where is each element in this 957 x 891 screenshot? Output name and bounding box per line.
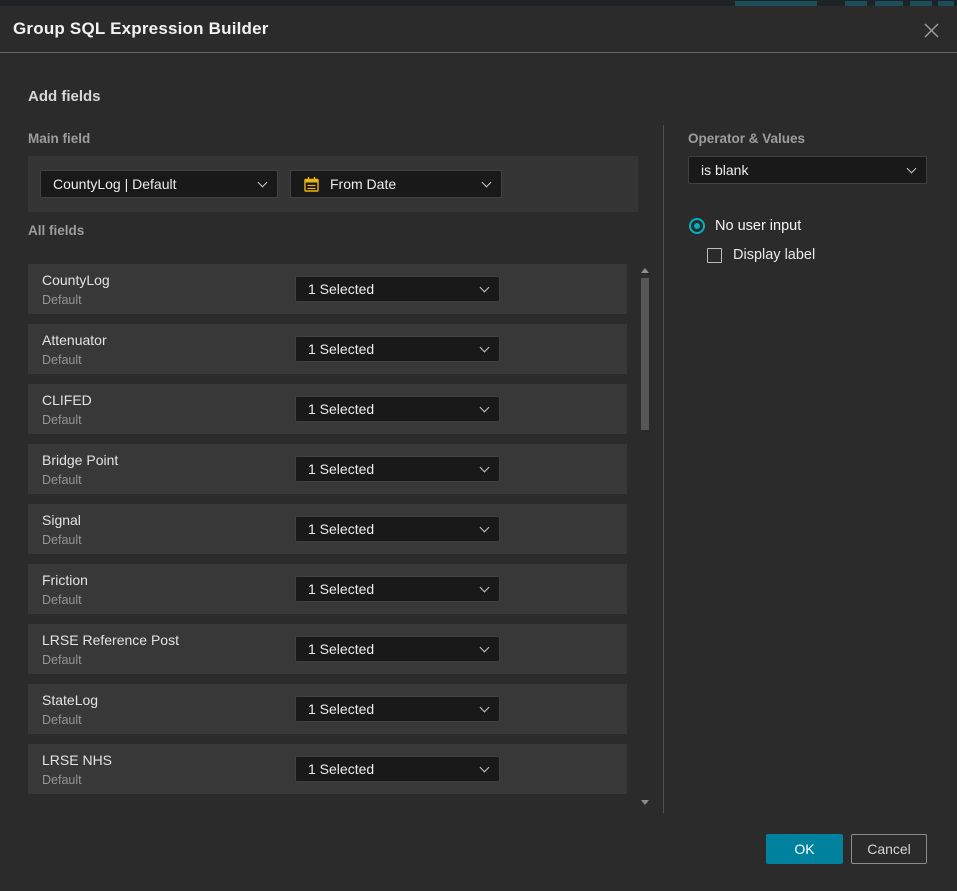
operator-dropdown[interactable]: is blank [688,156,927,184]
chevron-down-icon [258,178,268,188]
field-row: LRSE NHS Default 1 Selected [28,744,627,794]
field-selection-value: 1 Selected [308,641,374,657]
field-row: Bridge Point Default 1 Selected [28,444,627,494]
field-selection-dropdown[interactable]: 1 Selected [295,276,500,302]
calendar-icon [303,176,320,193]
field-selection-dropdown[interactable]: 1 Selected [295,396,500,422]
field-selection-value: 1 Selected [308,521,374,537]
dialog-title: Group SQL Expression Builder [13,19,269,39]
no-user-input-option[interactable]: No user input [689,218,801,234]
field-subtitle: Default [42,473,82,487]
vertical-divider [663,125,664,813]
field-selection-dropdown[interactable]: 1 Selected [295,516,500,542]
scrollbar-thumb[interactable] [641,278,649,430]
field-row: Friction Default 1 Selected [28,564,627,614]
chevron-down-icon [480,703,490,713]
scroll-up-icon[interactable] [641,268,649,273]
field-subtitle: Default [42,353,82,367]
close-button[interactable] [918,17,944,43]
field-subtitle: Default [42,413,82,427]
field-row: CountyLog Default 1 Selected [28,264,627,314]
field-selection-dropdown[interactable]: 1 Selected [295,756,500,782]
field-row: CLIFED Default 1 Selected [28,384,627,434]
chevron-down-icon [480,463,490,473]
chevron-down-icon [907,164,917,174]
add-fields-heading: Add fields [28,88,101,105]
chevron-down-icon [480,343,490,353]
field-subtitle: Default [42,773,82,787]
field-name: Attenuator [42,332,107,348]
main-field-layer-dropdown[interactable]: CountyLog | Default [40,170,278,198]
no-user-input-label: No user input [715,218,801,234]
display-label-label: Display label [733,247,815,263]
main-field-layer-value: CountyLog | Default [53,176,177,192]
chevron-down-icon [480,763,490,773]
field-selection-dropdown[interactable]: 1 Selected [295,336,500,362]
display-label-option[interactable]: Display label [707,247,815,263]
display-label-checkbox[interactable] [707,248,722,263]
field-selection-value: 1 Selected [308,581,374,597]
field-row: Signal Default 1 Selected [28,504,627,554]
group-sql-expression-builder-dialog: Group SQL Expression Builder Add fields … [0,6,957,891]
chevron-down-icon [480,403,490,413]
field-subtitle: Default [42,593,82,607]
main-field-field-value: From Date [330,176,396,192]
field-selection-dropdown[interactable]: 1 Selected [295,456,500,482]
field-selection-value: 1 Selected [308,341,374,357]
no-user-input-radio[interactable] [689,218,705,234]
field-selection-dropdown[interactable]: 1 Selected [295,636,500,662]
main-field-panel: CountyLog | Default From Date [28,156,638,212]
chevron-down-icon [480,283,490,293]
field-name: Bridge Point [42,452,118,468]
chevron-down-icon [482,178,492,188]
field-selection-value: 1 Selected [308,401,374,417]
field-selection-value: 1 Selected [308,461,374,477]
field-row: LRSE Reference Post Default 1 Selected [28,624,627,674]
main-field-field-dropdown[interactable]: From Date [290,170,502,198]
field-row: Attenuator Default 1 Selected [28,324,627,374]
dialog-header: Group SQL Expression Builder [0,6,957,53]
field-selection-value: 1 Selected [308,761,374,777]
cancel-button[interactable]: Cancel [851,834,927,864]
ok-button[interactable]: OK [766,834,843,864]
field-subtitle: Default [42,293,82,307]
field-row: StateLog Default 1 Selected [28,684,627,734]
field-subtitle: Default [42,713,82,727]
field-name: LRSE Reference Post [42,632,179,648]
field-selection-dropdown[interactable]: 1 Selected [295,576,500,602]
field-selection-value: 1 Selected [308,701,374,717]
chevron-down-icon [480,523,490,533]
field-name: LRSE NHS [42,752,112,768]
all-fields-list: CountyLog Default 1 Selected Attenuator … [28,264,627,804]
main-field-label: Main field [28,131,90,146]
close-icon [923,22,940,39]
scroll-down-icon[interactable] [641,800,649,805]
field-name: StateLog [42,692,98,708]
field-selection-dropdown[interactable]: 1 Selected [295,696,500,722]
field-subtitle: Default [42,533,82,547]
operator-values-label: Operator & Values [688,131,805,146]
field-name: Friction [42,572,88,588]
field-subtitle: Default [42,653,82,667]
chevron-down-icon [480,643,490,653]
field-name: Signal [42,512,81,528]
fields-list-scrollbar[interactable] [638,264,652,812]
field-name: CLIFED [42,392,92,408]
field-name: CountyLog [42,272,110,288]
chevron-down-icon [480,583,490,593]
all-fields-label: All fields [28,223,84,238]
field-selection-value: 1 Selected [308,281,374,297]
operator-value: is blank [701,162,748,178]
